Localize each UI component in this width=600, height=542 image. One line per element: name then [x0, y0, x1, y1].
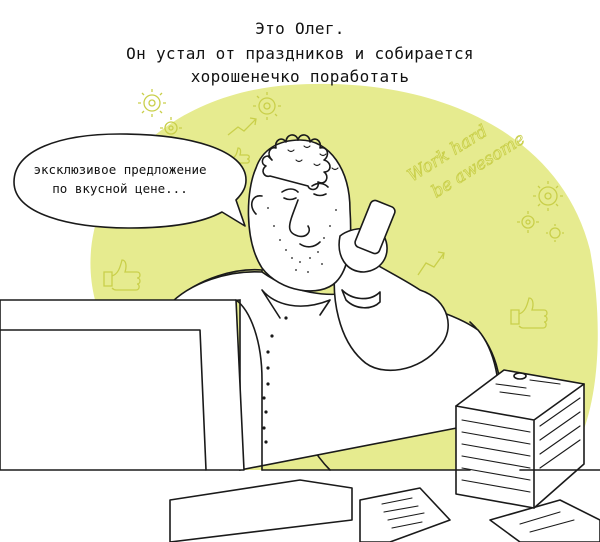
- gear-icon: [138, 89, 166, 117]
- caption-line-2: Он устал от праздников и собирается: [126, 44, 474, 63]
- paper-sheet: [489, 499, 600, 542]
- caption-line-3: хорошенечко поработать: [190, 67, 410, 86]
- caption-line-1: Это Олег.: [255, 19, 345, 38]
- character-head: [247, 139, 352, 292]
- paper-stack: [455, 369, 585, 509]
- comic-panel: Work hard be awesome Это Олег. Он устал …: [0, 0, 600, 542]
- speech-bubble-line-1: эксклюзивое предложение: [33, 162, 207, 177]
- speech-bubble-line-2: по вкусной цене...: [52, 181, 188, 196]
- paper-sheet: [359, 487, 451, 542]
- computer-monitor: [0, 299, 245, 471]
- keyboard: [169, 479, 353, 542]
